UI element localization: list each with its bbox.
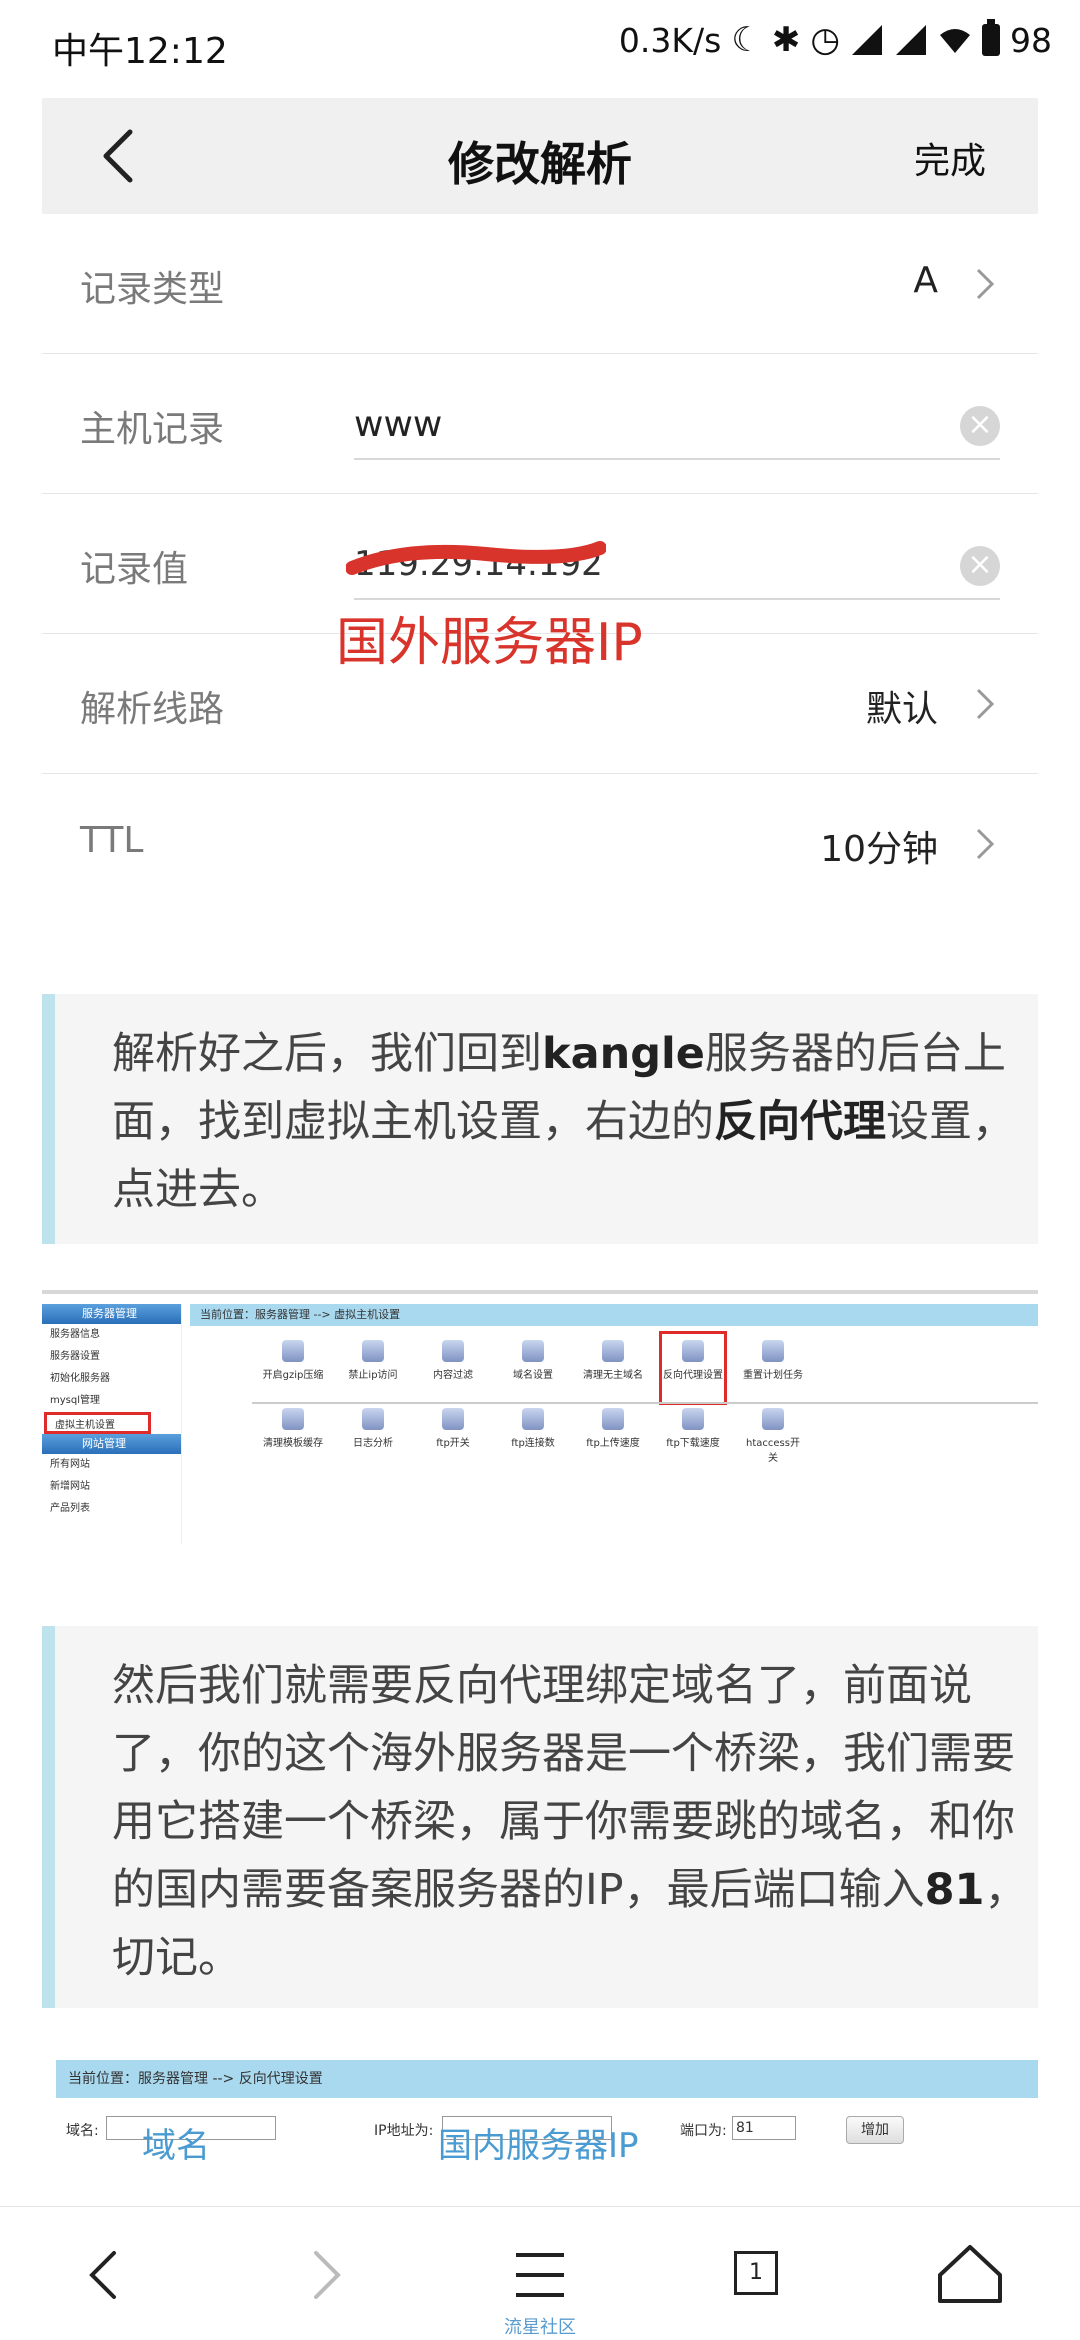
line-value: 默认 (865, 689, 938, 730)
battery-icon (982, 19, 1000, 56)
divider (252, 1402, 1038, 1404)
record-value-label: 记录值 (80, 549, 189, 590)
dns-record-form: 记录类型 A 主机记录 × 记录值 119.29.14.192 × 解析线路 默… (42, 214, 1038, 914)
function-item: 清理无主域名 (582, 1334, 644, 1402)
line-label: 解析线路 (80, 689, 225, 730)
clear-icon[interactable]: × (960, 406, 1000, 446)
host-record-field: × (354, 394, 1000, 460)
bluetooth-icon: ✱ (771, 20, 801, 60)
annotation-domestic-ip: 国内服务器IP (438, 2126, 639, 2166)
function-item: ftp上传速度 (582, 1402, 644, 1470)
proxy-form: 域名: 域名 IP地址为: 国内服务器IP 端口为: 81 增加 (56, 2108, 1038, 2168)
tabs-button[interactable]: 1 (716, 2235, 796, 2315)
clear-icon[interactable]: × (960, 546, 1000, 586)
sidebar-item: 产品列表 (50, 1503, 90, 1514)
sidebar-item-highlighted: 虚拟主机设置 (44, 1412, 151, 1434)
wifi-icon (940, 29, 970, 53)
add-button-image: 增加 (846, 2116, 904, 2144)
function-item: 日志分析 (342, 1402, 404, 1470)
browser-bottom-nav: 1 流星社区 (0, 2206, 1080, 2340)
function-item: htaccess开关 (742, 1402, 804, 1470)
done-button[interactable]: 完成 (914, 132, 986, 184)
ttl-label: TTL (80, 820, 144, 861)
signal-icon-2 (896, 25, 926, 55)
nav-back-icon[interactable] (64, 2235, 144, 2315)
proxy-breadcrumb: 当前位置：服务器管理 --> 反向代理设置 (56, 2060, 1038, 2098)
function-item: 开启gzip压缩 (262, 1334, 324, 1402)
function-item-highlighted: 反向代理设置 (659, 1331, 727, 1405)
port-label: 端口为: (680, 2123, 727, 2139)
embedded-screenshot-proxy-form: 当前位置：服务器管理 --> 反向代理设置 域名: 域名 IP地址为: 国内服务… (56, 2060, 1038, 2180)
quote1-bold-1: kangle (542, 1029, 705, 1079)
article-quote-2: 然后我们就需要反向代理绑定域名了，前面说了，你的这个海外服务器是一个桥梁，我们需… (42, 1626, 1038, 2008)
sidebar-item: mysql管理 (50, 1395, 100, 1406)
chevron-right-icon (976, 828, 995, 860)
watermark: 流星社区 (504, 2317, 576, 2338)
function-item: 内容过滤 (422, 1334, 484, 1402)
tab-count: 1 (734, 2251, 778, 2295)
signal-icon (852, 25, 882, 55)
row-ttl[interactable]: TTL 10分钟 (42, 774, 1038, 914)
sidebar-section: 服务器管理 (42, 1304, 181, 1324)
chevron-right-icon (976, 268, 995, 300)
row-host-record: 主机记录 × (42, 354, 1038, 494)
quote1-text-1: 解析好之后，我们回到 (112, 1029, 542, 1079)
host-record-input[interactable] (354, 394, 910, 454)
function-item: ftp下载速度 (662, 1402, 724, 1470)
function-item: 重置计划任务 (742, 1334, 804, 1402)
article-quote-1: 解析好之后，我们回到kangle服务器的后台上面，找到虚拟主机设置，右边的反向代… (42, 994, 1038, 1244)
moon-icon: ☾ (731, 20, 762, 60)
nav-forward-icon[interactable] (286, 2235, 366, 2315)
panel-sidebar: 服务器管理 服务器信息 服务器设置 初始化服务器 mysql管理 虚拟主机设置 … (42, 1304, 182, 1544)
dialog-header: 修改解析 完成 (42, 98, 1038, 214)
sidebar-item: 新增网站 (50, 1481, 90, 1492)
sidebar-section: 网站管理 (42, 1434, 181, 1454)
function-item: 域名设置 (502, 1334, 564, 1402)
host-record-label: 主机记录 (80, 409, 225, 450)
quote2-bold-1: 81 (924, 1865, 985, 1915)
annotation-foreign-ip: 国外服务器IP (336, 613, 643, 673)
sidebar-item: 服务器信息 (50, 1329, 100, 1340)
sidebar-item: 初始化服务器 (50, 1373, 110, 1384)
record-type-value: A (913, 260, 938, 301)
port-input-image: 81 (732, 2116, 796, 2140)
ip-label: IP地址为: (374, 2123, 434, 2139)
battery-level: 98 (1010, 20, 1052, 60)
record-value-field[interactable]: 119.29.14.192 × (346, 534, 1000, 600)
embedded-screenshot-kangle-panel: 服务器管理 服务器信息 服务器设置 初始化服务器 mysql管理 虚拟主机设置 … (42, 1290, 1038, 1544)
annotation-domain: 域名 (142, 2126, 210, 2166)
domain-label: 域名: (66, 2123, 99, 2139)
function-item: 清理模板缓存 (262, 1402, 324, 1470)
sidebar-item: 服务器设置 (50, 1351, 100, 1362)
status-time: 中午12:12 (52, 31, 228, 72)
panel-breadcrumb: 当前位置：服务器管理 --> 虚拟主机设置 (190, 1304, 1038, 1326)
alarm-icon: ◷ (810, 20, 840, 60)
quote1-bold-2: 反向代理 (714, 1097, 886, 1147)
home-icon[interactable] (930, 2235, 1010, 2315)
row-record-type[interactable]: 记录类型 A (42, 214, 1038, 354)
quote2-text-1: 然后我们就需要反向代理绑定域名了，前面说了，你的这个海外服务器是一个桥梁，我们需… (112, 1661, 1015, 1915)
redaction-scribble (346, 541, 606, 575)
status-bar: 中午12:12 0.3K/s ☾ ✱ ◷ 98 (0, 0, 1080, 96)
page-title: 修改解析 (448, 137, 632, 191)
chevron-right-icon (976, 688, 995, 720)
status-icons: 0.3K/s ☾ ✱ ◷ 98 (618, 19, 1052, 60)
function-item: ftp连接数 (502, 1402, 564, 1470)
ttl-value: 10分钟 (820, 829, 938, 870)
record-type-label: 记录类型 (80, 269, 225, 310)
function-item: 禁止ip访问 (342, 1334, 404, 1402)
net-speed: 0.3K/s (618, 20, 722, 60)
sidebar-item: 所有网站 (50, 1459, 90, 1470)
menu-icon[interactable] (500, 2235, 580, 2315)
function-item: ftp开关 (422, 1402, 484, 1470)
